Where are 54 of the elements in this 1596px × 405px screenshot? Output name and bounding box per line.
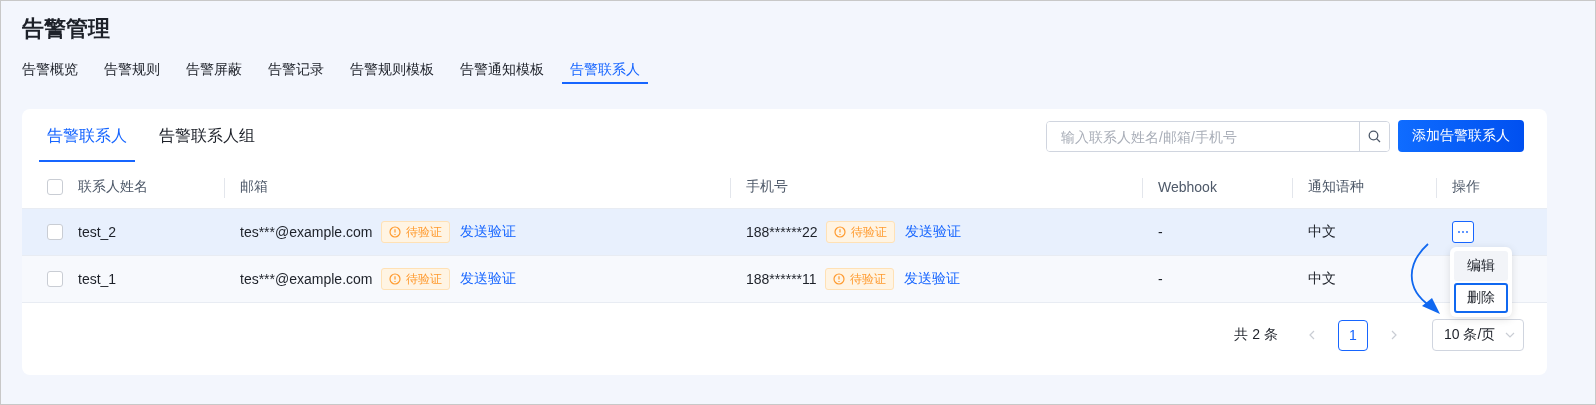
warning-icon bbox=[388, 273, 401, 285]
page-button[interactable]: 1 bbox=[1338, 319, 1368, 351]
card-tab[interactable]: 告警联系人组 bbox=[151, 109, 263, 162]
nav-tab[interactable]: 告警通知模板 bbox=[452, 51, 552, 84]
send-verification-link[interactable]: 发送验证 bbox=[904, 223, 961, 241]
webhook-text: - bbox=[1158, 224, 1163, 240]
column-header: 手机号 bbox=[746, 178, 788, 196]
nav-tab[interactable]: 告警规则 bbox=[96, 51, 168, 84]
contact-name: test_2 bbox=[78, 224, 117, 240]
add-contact-button[interactable]: 添加告警联系人 bbox=[1398, 120, 1524, 152]
row-checkbox[interactable] bbox=[47, 271, 63, 287]
status-text: 待验证 bbox=[405, 223, 442, 241]
status-text: 待验证 bbox=[849, 270, 886, 288]
language-text: 中文 bbox=[1308, 270, 1336, 288]
select-all-checkbox[interactable] bbox=[47, 179, 63, 195]
nav-tab[interactable]: 告警规则模板 bbox=[342, 51, 442, 84]
more-button[interactable] bbox=[1452, 221, 1474, 243]
warning-icon bbox=[832, 273, 845, 285]
chevron-right-icon bbox=[1391, 330, 1397, 340]
column-header: 邮箱 bbox=[240, 178, 268, 196]
email-text: tes***@example.com bbox=[240, 271, 373, 287]
status-text: 待验证 bbox=[850, 223, 887, 241]
column-header: 联系人姓名 bbox=[78, 178, 148, 196]
webhook-text: - bbox=[1158, 271, 1163, 287]
nav-tab[interactable]: 告警记录 bbox=[260, 51, 332, 84]
page-size-select[interactable]: 10 条/页 bbox=[1432, 319, 1524, 351]
send-verification-link[interactable]: 发送验证 bbox=[459, 270, 516, 288]
nav-tab[interactable]: 告警屏蔽 bbox=[178, 51, 250, 84]
nav-tab[interactable]: 告警联系人 bbox=[562, 51, 648, 84]
column-header: 通知语种 bbox=[1308, 178, 1364, 196]
contact-name: test_1 bbox=[78, 271, 117, 287]
search-icon bbox=[1368, 130, 1381, 143]
column-header: 操作 bbox=[1452, 178, 1480, 196]
page-title: 告警管理 bbox=[22, 15, 111, 43]
phone-text: 188******11 bbox=[746, 271, 817, 287]
send-verification-link[interactable]: 发送验证 bbox=[459, 223, 516, 241]
search-field[interactable]: 输入联系人姓名/邮箱/手机号 bbox=[1046, 121, 1390, 152]
chevron-left-icon bbox=[1309, 330, 1315, 340]
search-button[interactable] bbox=[1359, 122, 1389, 151]
send-verification-link[interactable]: 发送验证 bbox=[903, 270, 960, 288]
warning-icon bbox=[833, 226, 846, 238]
chevron-down-icon bbox=[1505, 332, 1515, 338]
menu-item[interactable]: 编辑 bbox=[1454, 251, 1508, 281]
card-tab[interactable]: 告警联系人 bbox=[39, 109, 135, 162]
nav-tab[interactable]: 告警概览 bbox=[14, 51, 86, 84]
row-checkbox[interactable] bbox=[47, 224, 63, 240]
email-text: tes***@example.com bbox=[240, 224, 373, 240]
phone-text: 188******22 bbox=[746, 224, 818, 240]
menu-item[interactable]: 删除 bbox=[1454, 283, 1508, 313]
language-text: 中文 bbox=[1308, 223, 1336, 241]
warning-icon bbox=[388, 226, 401, 238]
column-header: Webhook bbox=[1158, 179, 1217, 195]
status-text: 待验证 bbox=[405, 270, 442, 288]
total-count: 共 2 条 bbox=[1234, 326, 1278, 344]
